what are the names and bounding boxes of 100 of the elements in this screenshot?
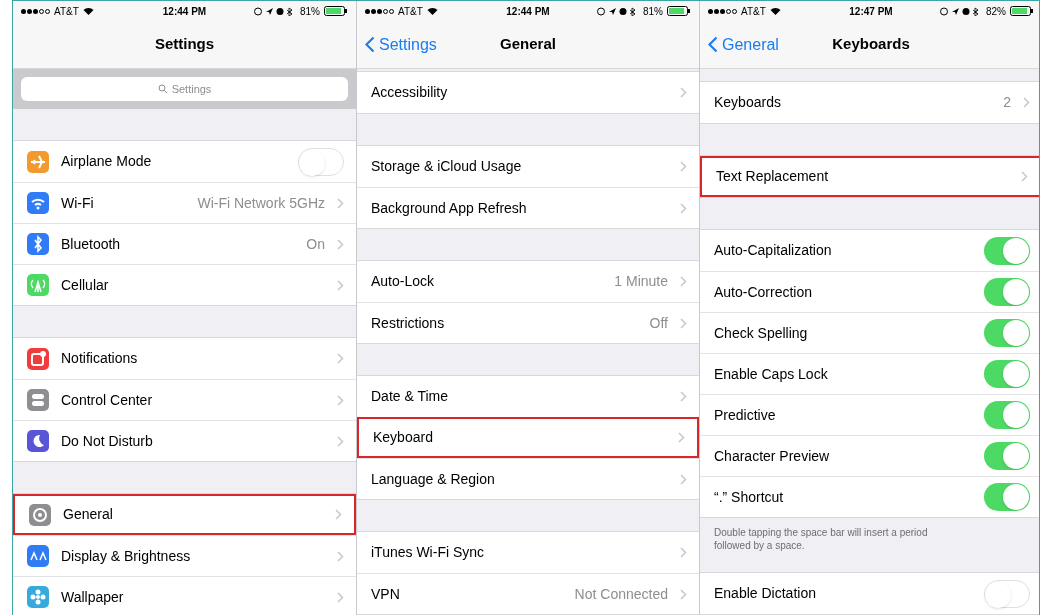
settings-row[interactable]: General <box>13 494 356 535</box>
chevron-icon <box>335 509 342 520</box>
chevron-icon <box>1021 171 1028 182</box>
back-button[interactable]: General <box>708 32 779 57</box>
row-label: iTunes Wi-Fi Sync <box>371 543 486 562</box>
settings-row[interactable]: Language & Region <box>357 458 699 499</box>
row-value: 2 <box>1003 93 1011 112</box>
search-icon <box>157 84 168 94</box>
toggle-switch[interactable] <box>984 236 1030 265</box>
settings-row[interactable]: Storage & iCloud Usage <box>357 146 699 187</box>
toggle-switch[interactable] <box>984 319 1030 347</box>
battery-icon <box>324 6 348 16</box>
settings-row[interactable]: Airplane Mode <box>13 141 356 182</box>
settings-row[interactable]: Auto-Correction <box>700 271 1039 312</box>
status-time: 12:44 PM <box>505 4 551 19</box>
row-label: Wi-Fi <box>61 193 95 213</box>
settings-row[interactable]: Cellular <box>13 264 356 305</box>
settings-row[interactable]: Display & Brightness <box>13 535 356 576</box>
settings-row[interactable]: Keyboard <box>357 417 699 458</box>
row-label: Predictive <box>714 405 777 425</box>
toggle-switch[interactable] <box>984 442 1030 470</box>
settings-row[interactable]: Check Spelling <box>700 312 1039 353</box>
row-value: 1 Minute <box>614 272 668 291</box>
settings-row[interactable]: Enable Caps Lock <box>700 353 1039 394</box>
chevron-icon <box>680 588 687 600</box>
chevron-icon <box>680 202 687 214</box>
settings-row[interactable]: Control Center <box>13 379 356 420</box>
battery-percent: 82% <box>986 4 1006 19</box>
toggle-switch[interactable] <box>984 579 1030 608</box>
settings-row[interactable]: Restrictions Off <box>357 302 699 343</box>
status-time: 12:47 PM <box>848 4 894 19</box>
back-chevron-icon <box>365 36 375 53</box>
settings-row[interactable]: Wi-Fi Wi-Fi Network 5GHz <box>13 182 356 223</box>
screen-title: Keyboards <box>832 34 910 55</box>
wifi-icon <box>426 7 438 15</box>
row-label: Enable Caps Lock <box>714 364 829 384</box>
screen-title: Settings <box>154 34 215 55</box>
row-label: Display & Brightness <box>61 546 192 566</box>
chevron-icon <box>337 353 344 364</box>
row-label: Enable Dictation <box>714 584 817 603</box>
row-value: Wi-Fi Network 5GHz <box>197 193 325 213</box>
toggle-switch[interactable] <box>984 401 1030 429</box>
row-label: Check Spelling <box>714 323 809 343</box>
chevron-icon <box>337 279 344 291</box>
settings-row[interactable]: Do Not Disturb <box>13 420 356 461</box>
chevron-icon <box>337 435 344 447</box>
settings-row[interactable]: Auto-Lock 1 Minute <box>357 261 699 302</box>
row-label: Airplane Mode <box>61 152 153 171</box>
chevron-icon <box>337 591 344 603</box>
wifi-icon <box>769 7 781 15</box>
row-label: General <box>63 505 114 524</box>
settings-row[interactable]: Accessibility <box>357 72 699 113</box>
row-label: Keyboard <box>373 428 434 447</box>
chevron-icon <box>680 276 687 287</box>
chevron-icon <box>337 550 344 562</box>
row-label: Character Preview <box>714 446 831 466</box>
settings-row[interactable]: Predictive <box>700 394 1039 435</box>
carrier-name: AT&T <box>741 4 766 19</box>
toggle-switch[interactable] <box>298 147 344 176</box>
chevron-icon <box>337 238 344 250</box>
settings-row[interactable]: Wallpaper <box>13 576 356 615</box>
toggle-switch[interactable] <box>984 278 1030 306</box>
settings-row[interactable]: iTunes Wi-Fi Sync <box>357 532 699 573</box>
chevron-icon <box>680 87 687 98</box>
settings-row[interactable]: Text Replacement <box>700 156 1039 197</box>
chevron-icon <box>680 473 687 485</box>
chevron-icon <box>337 197 344 209</box>
settings-row[interactable]: Character Preview <box>700 435 1039 476</box>
back-chevron-icon <box>708 36 718 53</box>
settings-row[interactable]: Keyboards 2 <box>700 82 1039 123</box>
back-button[interactable]: Settings <box>365 32 437 57</box>
row-label: Text Replacement <box>716 167 830 186</box>
settings-row[interactable]: Bluetooth On <box>13 223 356 264</box>
settings-row[interactable]: Date & Time <box>357 376 699 417</box>
row-label: Auto-Lock <box>371 272 436 291</box>
settings-row[interactable]: VPN Not Connected <box>357 573 699 614</box>
row-label: Do Not Disturb <box>61 431 154 451</box>
row-label: Accessibility <box>371 83 449 102</box>
screen-title: General <box>500 34 556 55</box>
chevron-icon <box>337 394 344 406</box>
search-placeholder: Settings <box>171 81 212 97</box>
row-label: Control Center <box>61 390 154 410</box>
toggle-switch[interactable] <box>984 360 1030 388</box>
carrier-name: AT&T <box>54 4 79 19</box>
settings-row[interactable]: Notifications <box>13 338 356 379</box>
status-time: 12:44 PM <box>161 4 208 19</box>
settings-row[interactable]: Auto-Capitalization <box>700 230 1039 271</box>
battery-percent: 81% <box>300 4 320 19</box>
chevron-icon <box>680 391 687 402</box>
settings-row[interactable]: “.” Shortcut <box>700 476 1039 517</box>
carrier-name: AT&T <box>398 4 423 19</box>
row-value: Off <box>649 313 668 333</box>
toggle-switch[interactable] <box>984 483 1030 511</box>
settings-row[interactable]: Background App Refresh <box>357 187 699 228</box>
row-label: Storage & iCloud Usage <box>371 157 523 176</box>
chevron-icon <box>680 161 687 172</box>
row-label: Wallpaper <box>61 587 125 607</box>
row-label: Bluetooth <box>61 234 122 254</box>
row-label: Restrictions <box>371 313 446 333</box>
settings-row[interactable]: Enable Dictation <box>700 573 1039 614</box>
